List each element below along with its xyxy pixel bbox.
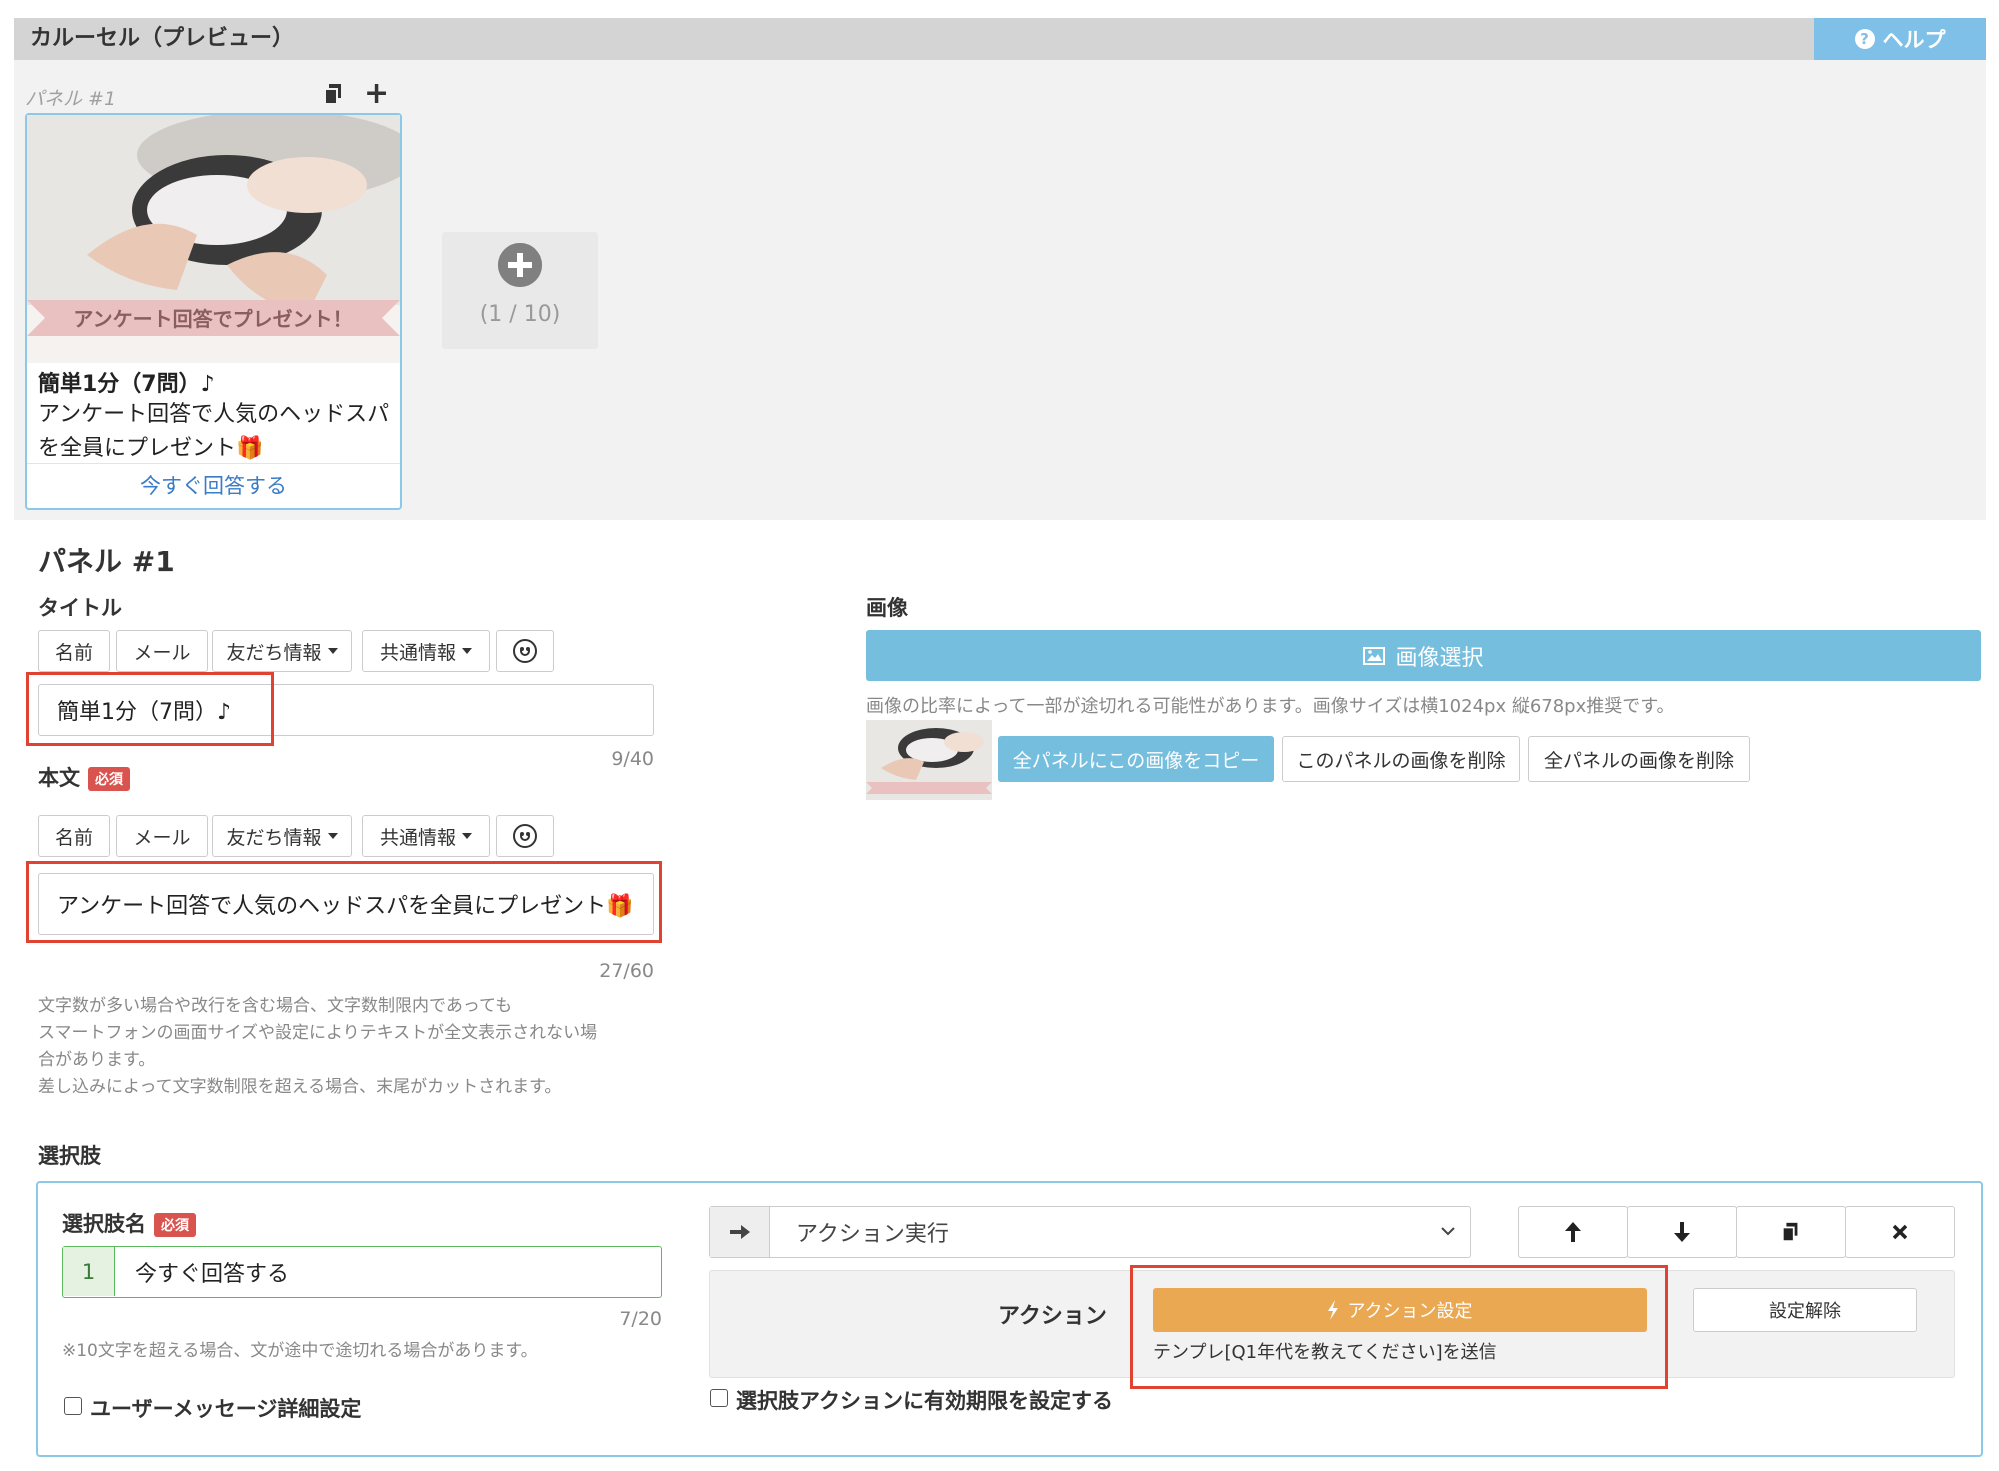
body-label-text: 本文 [38, 766, 80, 790]
title-char-counter: 9/40 [611, 748, 654, 770]
preview-card-image: アンケート回答でプレゼント！ [27, 115, 400, 363]
body-char-counter: 27/60 [599, 960, 654, 982]
help-button[interactable]: ? ヘルプ [1814, 18, 1986, 60]
move-down-button[interactable] [1627, 1206, 1737, 1258]
insert-email-label: メール [133, 641, 191, 664]
choice-name-label-text: 選択肢名 [62, 1212, 146, 1236]
friend-info-dropdown[interactable]: 友だち情報 [212, 630, 352, 672]
action-expiry-checkbox[interactable] [710, 1389, 728, 1407]
delete-choice-button[interactable] [1845, 1206, 1955, 1258]
clear-action-label: 設定解除 [1769, 1301, 1841, 1322]
emoji-button[interactable] [496, 630, 554, 672]
preview-image-banner-text: アンケート回答でプレゼント！ [73, 307, 352, 331]
clear-action-button[interactable]: 設定解除 [1693, 1288, 1917, 1332]
delete-this-image-label: このパネルの画像を削除 [1296, 749, 1506, 772]
user-message-detail-label: ユーザーメッセージ詳細設定 [90, 1397, 362, 1421]
title-highlight-box [26, 672, 274, 746]
add-panel-plus-icon[interactable]: + [364, 79, 389, 109]
chevron-down-icon [1440, 1225, 1456, 1237]
choice-name-label: 選択肢名 必須 [62, 1208, 196, 1238]
move-up-button[interactable] [1518, 1206, 1628, 1258]
image-thumbnail [866, 720, 992, 800]
carousel-header-bar [14, 18, 1986, 60]
preview-card-body: アンケート回答で人気のヘッドスパを全員にプレゼント🎁 [38, 402, 390, 461]
help-label: ヘルプ [1882, 28, 1946, 52]
delete-all-images-label: 全パネルの画像を削除 [1543, 749, 1734, 772]
body-note-4: 差し込みによって文字数制限を超える場合、末尾がカットされます。 [38, 1077, 562, 1097]
smile-icon [513, 639, 537, 663]
plus-circle-icon[interactable] [498, 243, 542, 287]
common-info-label: 共通情報 [379, 641, 456, 664]
common-info-label: 共通情報 [379, 826, 456, 849]
user-message-detail-checkbox[interactable] [64, 1397, 82, 1415]
preview-card-action-link[interactable]: 今すぐ回答する [27, 470, 400, 500]
common-info-dropdown[interactable]: 共通情報 [362, 815, 490, 857]
insert-email-button[interactable]: メール [116, 630, 208, 672]
smile-icon [513, 824, 537, 848]
insert-name-label: 名前 [54, 641, 93, 664]
caret-down-icon [462, 648, 472, 654]
copy-icon [1781, 1222, 1798, 1243]
page-title: カルーセル（プレビュー） [30, 26, 295, 51]
preview-card-title: 簡単1分（7問）♪ [38, 372, 215, 397]
insert-name-button[interactable]: 名前 [38, 630, 110, 672]
insert-name-button[interactable]: 名前 [38, 815, 110, 857]
arrow-down-icon [1674, 1222, 1690, 1242]
required-badge: 必須 [154, 1213, 196, 1237]
friend-info-label: 友だち情報 [226, 641, 322, 664]
friend-info-dropdown[interactable]: 友だち情報 [212, 815, 352, 857]
emoji-button[interactable] [496, 815, 554, 857]
caret-down-icon [327, 648, 338, 654]
choice-note: ※10文字を超える場合、文が途中で途切れる場合があります。 [62, 1341, 538, 1361]
insert-name-label: 名前 [54, 826, 93, 849]
action-expiry-label: 選択肢アクションに有効期限を設定する [736, 1389, 1113, 1413]
image-label: 画像 [866, 596, 908, 620]
choice-char-counter: 7/20 [619, 1308, 662, 1330]
choice-name-value: 今すぐ回答する [135, 1261, 290, 1287]
body-note-3: 合があります。 [38, 1050, 156, 1070]
body-note-2: スマートフォンの画面サイズや設定によりテキストが全文表示されない場 [38, 1023, 598, 1043]
arrow-right-icon [710, 1207, 770, 1257]
action-type-value: アクション実行 [796, 1222, 949, 1247]
delete-this-image-button[interactable]: このパネルの画像を削除 [1282, 736, 1520, 782]
action-highlight-box [1130, 1265, 1668, 1389]
body-label: 本文 必須 [38, 762, 130, 792]
copy-panel-icon[interactable] [322, 82, 346, 106]
panel-heading: パネル #1 [38, 545, 175, 578]
common-info-dropdown[interactable]: 共通情報 [362, 630, 490, 672]
copy-image-to-all-label: 全パネルにこの画像をコピー [1012, 749, 1260, 772]
action-type-select[interactable]: アクション実行 [709, 1206, 1471, 1258]
picture-icon [1363, 646, 1386, 665]
choices-label: 選択肢 [38, 1144, 101, 1168]
title-label: タイトル [38, 596, 122, 620]
image-select-label: 画像選択 [1395, 645, 1484, 671]
friend-info-label: 友だち情報 [226, 826, 322, 849]
insert-email-button[interactable]: メール [116, 815, 208, 857]
copy-choice-button[interactable] [1736, 1206, 1846, 1258]
question-circle-icon: ? [1854, 29, 1875, 49]
card-divider [27, 463, 400, 464]
choice-name-input[interactable]: 1 今すぐ回答する [62, 1246, 662, 1298]
caret-down-icon [462, 833, 472, 839]
close-icon [1892, 1224, 1908, 1240]
body-highlight-box [26, 861, 662, 943]
action-heading: アクション [998, 1304, 1107, 1329]
required-badge: 必須 [88, 767, 130, 791]
delete-all-images-button[interactable]: 全パネルの画像を削除 [1528, 736, 1750, 782]
body-note-1: 文字数が多い場合や改行を含む場合、文字数制限内であっても [38, 996, 513, 1016]
insert-email-label: メール [133, 826, 191, 849]
caret-down-icon [327, 833, 338, 839]
choice-index: 1 [63, 1247, 115, 1296]
image-select-button[interactable]: 画像選択 [866, 630, 1981, 681]
arrow-up-icon [1565, 1222, 1581, 1242]
panel-count: (1 / 10) [479, 302, 561, 327]
copy-image-to-all-button[interactable]: 全パネルにこの画像をコピー [998, 736, 1274, 782]
image-hint: 画像の比率によって一部が途切れる可能性があります。画像サイズは横1024px 縦… [866, 696, 1675, 717]
preview-panel-label: パネル #1 [25, 88, 117, 110]
